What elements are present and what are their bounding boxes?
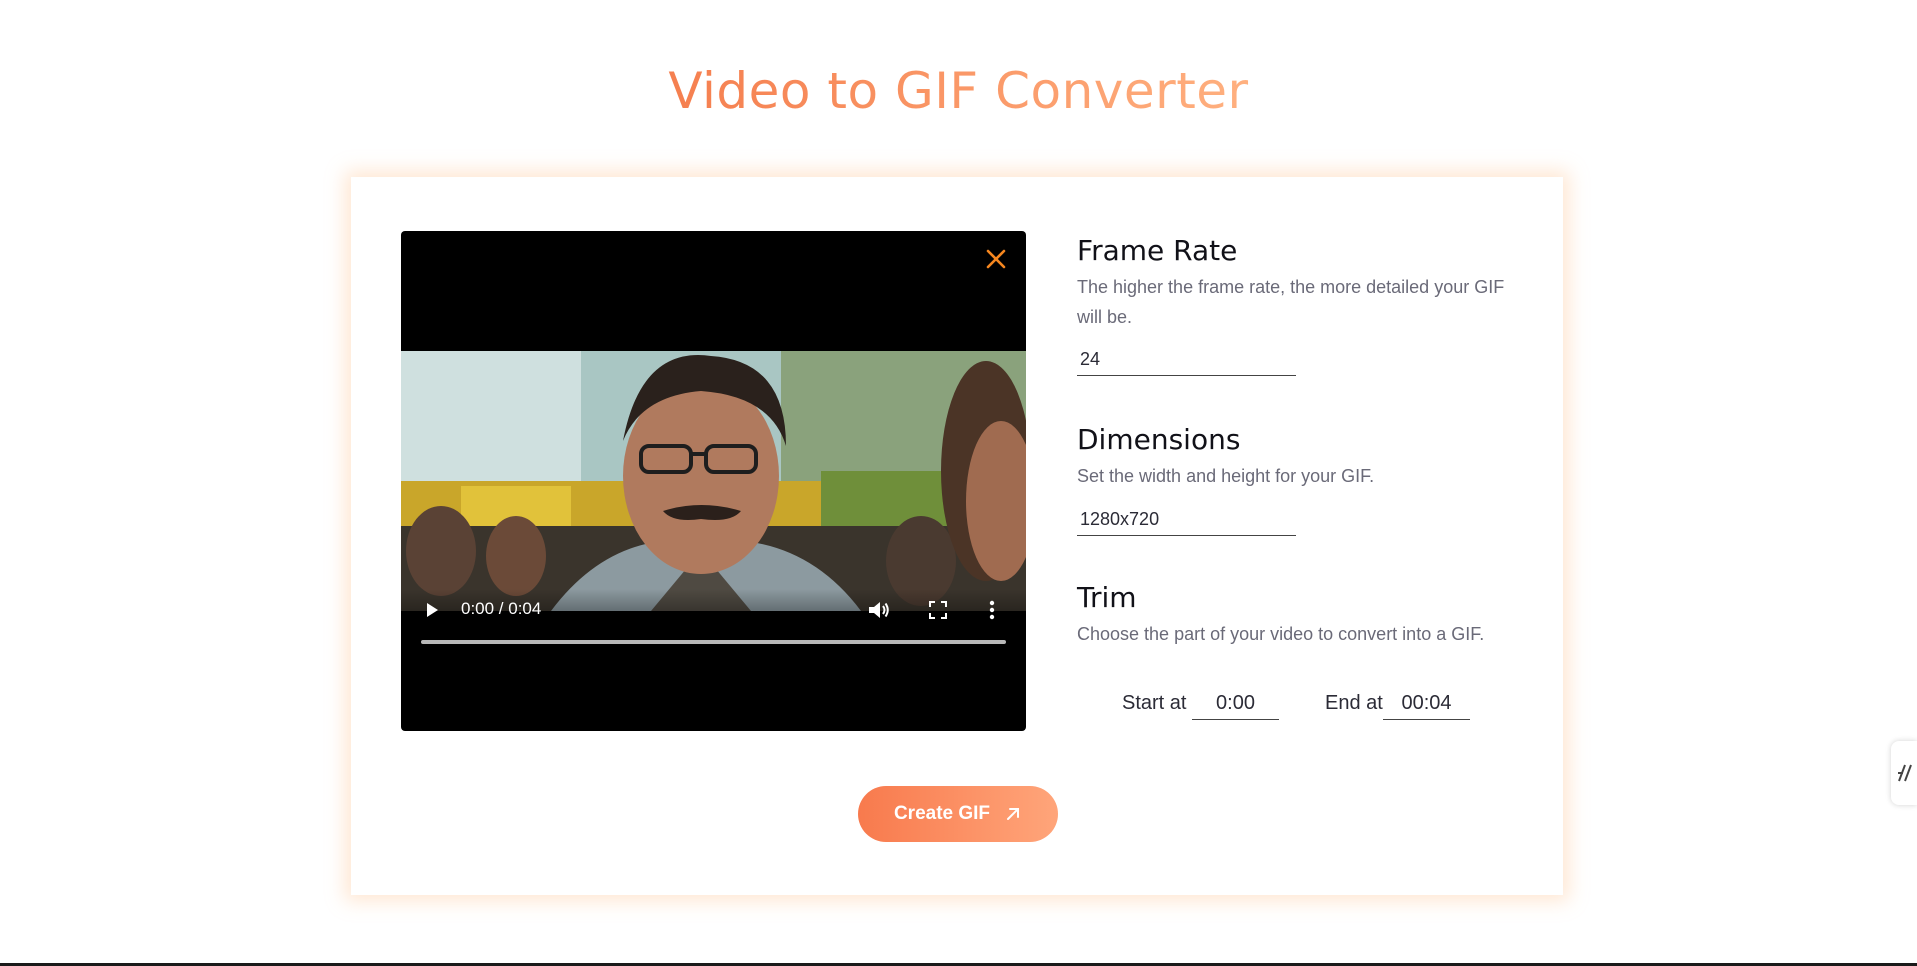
start-label: Start at xyxy=(1122,692,1187,714)
end-label: End at xyxy=(1325,692,1383,714)
play-icon[interactable] xyxy=(423,601,441,619)
trim-description: Choose the part of your video to convert… xyxy=(1077,624,1485,644)
video-player[interactable]: 0:00 / 0:04 xyxy=(401,231,1026,731)
converter-card: 0:00 / 0:04 Frame Rate The higher the fr… xyxy=(351,177,1563,895)
seek-bar[interactable] xyxy=(421,640,1006,644)
page: Video to GIF Converter 0:00 / 0:04 Frame… xyxy=(0,0,1917,966)
frame-rate-description: The higher the frame rate, the more deta… xyxy=(1077,277,1505,327)
frame-rate-input[interactable] xyxy=(1077,344,1296,376)
trim-title: Trim xyxy=(1077,581,1137,614)
side-widget[interactable] xyxy=(1891,741,1917,805)
close-icon[interactable] xyxy=(982,245,1010,273)
dimensions-description: Set the width and height for your GIF. xyxy=(1077,466,1375,486)
side-widget-icon xyxy=(1898,764,1912,782)
end-time-input[interactable] xyxy=(1383,688,1470,720)
dimensions-title: Dimensions xyxy=(1077,423,1241,456)
frame-rate-title: Frame Rate xyxy=(1077,234,1238,267)
start-time-input[interactable] xyxy=(1192,688,1279,720)
video-controls: 0:00 / 0:04 xyxy=(401,589,1026,659)
volume-icon[interactable] xyxy=(867,599,891,621)
page-title: Video to GIF Converter xyxy=(668,62,1249,120)
arrow-up-right-icon xyxy=(1007,808,1020,820)
fullscreen-icon[interactable] xyxy=(928,600,948,620)
video-frame xyxy=(401,351,1026,611)
video-time: 0:00 / 0:04 xyxy=(461,599,542,618)
create-gif-button[interactable]: Create GIF xyxy=(858,786,1058,842)
create-gif-label: Create GIF xyxy=(893,803,991,824)
more-vertical-icon[interactable] xyxy=(986,599,998,621)
dimensions-input[interactable] xyxy=(1077,504,1296,536)
